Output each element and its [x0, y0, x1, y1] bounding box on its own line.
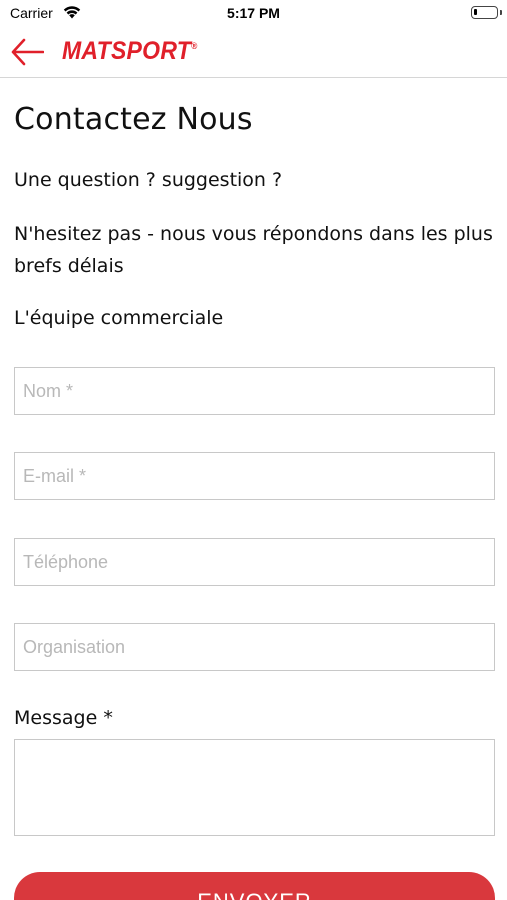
page-title: Contactez Nous [14, 102, 253, 137]
clock: 5:17 PM [227, 5, 280, 21]
message-label: Message * [14, 707, 113, 729]
registered-mark: ® [191, 41, 198, 51]
nav-bar: MATSPORT® [0, 28, 507, 78]
contact-screen: Carrier 5:17 PM MATSPORT® Contactez Nous… [0, 0, 507, 900]
name-field [14, 367, 495, 415]
phone-field [14, 538, 495, 586]
intro-signature: L'équipe commerciale [14, 307, 224, 329]
message-field [14, 739, 495, 836]
matsport-logo: MATSPORT® [62, 37, 198, 66]
battery-level [474, 9, 477, 15]
organisation-field [14, 623, 495, 671]
name-input[interactable] [15, 368, 494, 414]
email-input[interactable] [15, 453, 494, 499]
message-textarea[interactable] [15, 740, 494, 835]
logo-text: MATSPORT [62, 37, 192, 65]
intro-response-time: N'hesitez pas - nous vous répondons dans… [14, 223, 493, 277]
arrow-left-icon [11, 38, 44, 66]
organisation-input[interactable] [15, 624, 494, 670]
phone-input[interactable] [15, 539, 494, 585]
battery-icon [471, 6, 502, 19]
email-field [14, 452, 495, 500]
status-bar: Carrier 5:17 PM [0, 0, 507, 28]
send-button[interactable]: ENVOYER [14, 872, 495, 900]
back-button[interactable] [10, 38, 50, 68]
intro-question: Une question ? suggestion ? [14, 169, 283, 191]
